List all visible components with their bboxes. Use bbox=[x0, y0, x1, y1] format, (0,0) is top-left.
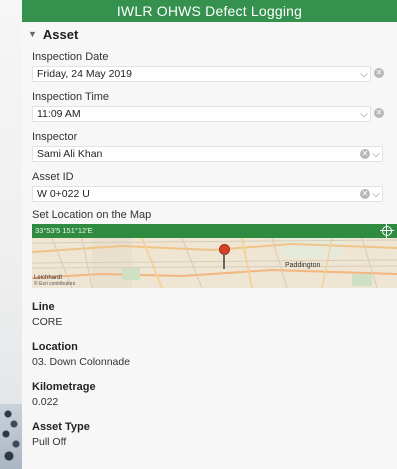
location-field: Location 03. Down Colonnade bbox=[22, 340, 397, 369]
map-location-label: Set Location on the Map bbox=[32, 209, 152, 221]
inspection-time-value: 11:09 AM bbox=[37, 108, 81, 120]
inspection-time-label: Inspection Time bbox=[32, 91, 110, 103]
inspector-label: Inspector bbox=[32, 131, 78, 143]
inspector-field: Inspector Sami Ali Khan ✕ ⌵ bbox=[22, 130, 397, 162]
inspector-input[interactable]: Sami Ali Khan ✕ ⌵ bbox=[32, 146, 383, 162]
clear-icon[interactable]: ✕ bbox=[360, 189, 370, 199]
asset-id-field: Asset ID W 0+022 U ✕ ⌵ bbox=[22, 170, 397, 202]
line-value: CORE bbox=[32, 316, 63, 328]
map-pin-icon[interactable] bbox=[219, 244, 230, 272]
map-coordinate-bar: 33°53'5 151°12'E bbox=[32, 224, 397, 238]
chevron-down-icon[interactable]: ⌵ bbox=[370, 148, 382, 160]
app-title: IWLR OHWS Defect Logging bbox=[116, 3, 303, 19]
inspection-date-input[interactable]: Friday, 24 May 2019 ⌵ bbox=[32, 66, 371, 82]
app-title-bar: IWLR OHWS Defect Logging bbox=[22, 0, 397, 22]
asset-id-value: W 0+022 U bbox=[37, 188, 90, 200]
defect-logging-form: IWLR OHWS Defect Logging ▼ Asset Inspect… bbox=[22, 0, 397, 469]
kilometrage-value: 0.022 bbox=[32, 396, 59, 408]
clear-icon[interactable]: ✕ bbox=[374, 108, 384, 118]
map-credit: © Esri contributors bbox=[34, 281, 76, 287]
inspection-time-field: Inspection Time 11:09 AM ⌵ ✕ bbox=[22, 90, 397, 122]
clear-icon[interactable]: ✕ bbox=[374, 68, 384, 78]
line-field: Line CORE bbox=[22, 300, 397, 329]
asset-group-title: Asset bbox=[42, 26, 79, 42]
inspector-value: Sami Ali Khan bbox=[37, 148, 103, 160]
inspection-time-input[interactable]: 11:09 AM ⌵ bbox=[32, 106, 371, 122]
inspection-date-value: Friday, 24 May 2019 bbox=[37, 68, 132, 80]
chevron-down-icon[interactable]: ⌵ bbox=[358, 68, 370, 80]
line-label: Line bbox=[32, 301, 55, 313]
asset-type-value: Pull Off bbox=[32, 436, 67, 448]
asset-id-input[interactable]: W 0+022 U ✕ ⌵ bbox=[32, 186, 383, 202]
kilometrage-label: Kilometrage bbox=[32, 381, 96, 393]
kilometrage-field: Kilometrage 0.022 bbox=[22, 380, 397, 409]
inspection-date-field: Inspection Date Friday, 24 May 2019 ⌵ ✕ bbox=[22, 50, 397, 82]
map-place-paddington: Paddington bbox=[285, 262, 321, 269]
background-plant-image bbox=[0, 404, 22, 469]
background-photo-strip bbox=[0, 0, 22, 469]
clear-icon[interactable]: ✕ bbox=[360, 149, 370, 159]
map-view[interactable]: Paddington Leichhardt © Esri contributor… bbox=[32, 238, 397, 288]
chevron-down-icon[interactable]: ⌵ bbox=[370, 188, 382, 200]
location-value: 03. Down Colonnade bbox=[32, 356, 131, 368]
triangle-down-icon: ▼ bbox=[28, 29, 37, 39]
asset-id-label: Asset ID bbox=[32, 171, 74, 183]
inspection-date-label: Inspection Date bbox=[32, 51, 109, 63]
asset-type-label: Asset Type bbox=[32, 421, 90, 433]
asset-type-field: Asset Type Pull Off bbox=[22, 420, 397, 449]
location-label: Location bbox=[32, 341, 78, 353]
gps-crosshair-icon[interactable] bbox=[380, 224, 394, 238]
map-coordinates: 33°53'5 151°12'E bbox=[35, 226, 93, 235]
asset-group-header[interactable]: ▼ Asset bbox=[22, 22, 397, 46]
map-streets bbox=[32, 238, 397, 288]
chevron-down-icon[interactable]: ⌵ bbox=[358, 108, 370, 120]
map-widget[interactable]: 33°53'5 151°12'E Paddington Leichhardt ©… bbox=[32, 224, 397, 288]
